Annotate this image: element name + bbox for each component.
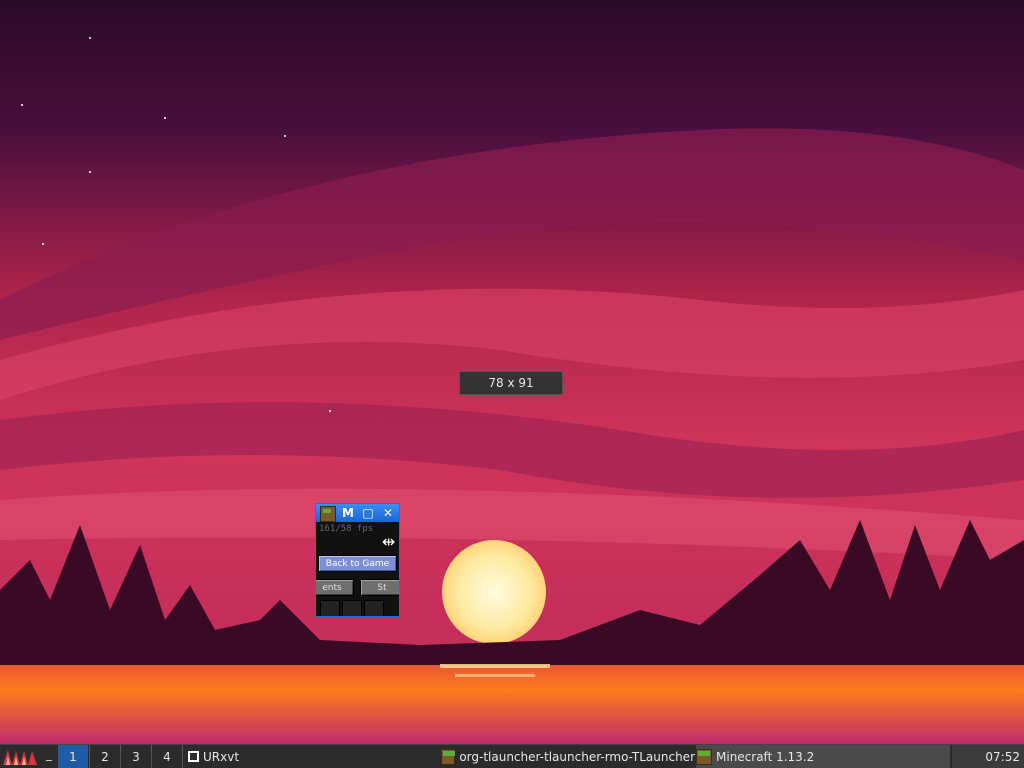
resize-cursor-icon: ⇹	[382, 532, 396, 551]
terminal-icon	[188, 751, 199, 762]
minecraft-window[interactable]: M □ ✕ 161/58 fps ⇹ Back to Game ents St	[315, 503, 400, 617]
fps-counter: 161/58 fps	[319, 524, 374, 534]
workspace-2[interactable]: 2	[90, 745, 120, 768]
window-titlebar[interactable]: M □ ✕	[316, 504, 399, 522]
workspace-label: 3	[132, 749, 140, 764]
task-minecraft[interactable]: Minecraft 1.13.2	[696, 745, 950, 768]
game-viewport[interactable]: 161/58 fps ⇹ Back to Game ents St	[316, 522, 399, 616]
resize-size-tooltip: 78 x 91	[459, 371, 563, 395]
workspace-3[interactable]: 3	[121, 745, 151, 768]
divider	[182, 745, 183, 768]
hotbar-slot	[364, 600, 384, 616]
minecraft-icon	[320, 506, 336, 522]
task-label: Minecraft 1.13.2	[716, 749, 815, 764]
minimize-all-button[interactable]: _	[46, 747, 52, 761]
workspace-label: 1	[69, 749, 77, 764]
close-button[interactable]: ✕	[381, 506, 395, 520]
hotbar-slot	[342, 600, 362, 616]
advancements-button[interactable]: ents	[316, 579, 354, 596]
workspace-label: 4	[163, 749, 171, 764]
workspace-1[interactable]: 1	[58, 745, 88, 768]
task-tlauncher[interactable]: org-tlauncher-tlauncher-rmo-TLauncher	[441, 745, 695, 768]
hotbar-slot	[320, 600, 340, 616]
menu-logo-icon[interactable]	[2, 748, 40, 766]
taskbar: _ 1 2 3 4 URxvt org-tlauncher-tlauncher-…	[0, 744, 1024, 768]
task-label: URxvt	[203, 749, 240, 764]
maximize-button[interactable]: □	[361, 506, 375, 520]
minimize-button[interactable]: M	[341, 506, 355, 520]
clock[interactable]: 07:52	[952, 745, 1024, 768]
workspace-4[interactable]: 4	[152, 745, 182, 768]
workspace-label: 2	[101, 749, 109, 764]
back-to-game-button[interactable]: Back to Game	[318, 555, 397, 572]
task-urxvt[interactable]: URxvt	[188, 745, 428, 768]
task-label: org-tlauncher-tlauncher-rmo-TLauncher	[459, 749, 695, 764]
clock-time: 07:52	[985, 749, 1020, 764]
statistics-button[interactable]: St	[360, 579, 399, 596]
minecraft-icon	[441, 748, 456, 765]
minecraft-icon	[696, 748, 712, 765]
